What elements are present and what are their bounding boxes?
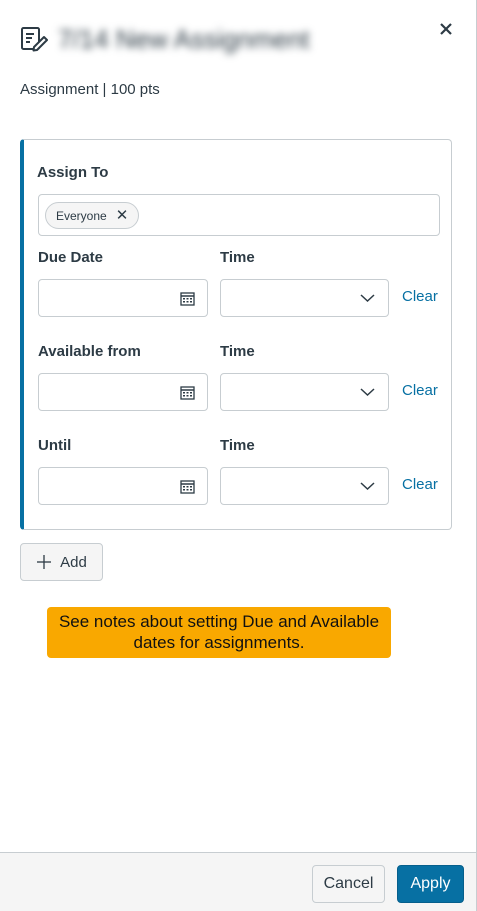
assignment-points-subtitle: Assignment | 100 pts [20,81,160,98]
until-date-input[interactable] [38,467,208,505]
tray-footer: Cancel Apply [0,852,476,911]
plus-icon [37,555,52,569]
assign-to-input[interactable]: Everyone ✕ [38,194,440,236]
assign-card: Assign To Everyone ✕ Due Date Time Clear… [20,139,452,530]
chevron-down-icon [360,294,375,303]
due-time-label: Time [220,249,255,266]
available-from-label: Available from [38,343,141,360]
close-button[interactable] [435,18,457,40]
remove-chip-icon[interactable]: ✕ [116,208,129,223]
due-time-select[interactable] [220,279,389,317]
available-time-select[interactable] [220,373,389,411]
due-date-input[interactable] [38,279,208,317]
dates-note-callout: See notes about setting Due and Availabl… [47,607,391,658]
chevron-down-icon [360,482,375,491]
calendar-icon[interactable] [180,479,195,494]
calendar-icon[interactable] [180,291,195,306]
add-button-label: Add [60,553,87,571]
close-icon [440,23,452,35]
until-time-select[interactable] [220,467,389,505]
until-clear-link[interactable]: Clear [402,476,438,493]
apply-button[interactable]: Apply [397,865,464,903]
tray-header: 7/14 New Assignment [20,20,457,60]
until-time-label: Time [220,437,255,454]
assignment-edit-icon [21,27,48,52]
calendar-icon[interactable] [180,385,195,400]
due-date-label: Due Date [38,249,104,266]
due-clear-link[interactable]: Clear [402,288,438,305]
add-button[interactable]: Add [20,543,103,581]
available-clear-link[interactable]: Clear [402,382,438,399]
assignee-chip-label: Everyone [56,208,107,223]
page-title: 7/14 New Assignment [58,24,310,54]
assignee-chip[interactable]: Everyone ✕ [45,202,140,229]
cancel-button[interactable]: Cancel [312,865,385,903]
assign-to-label: Assign To [37,164,109,181]
available-time-label: Time [220,343,255,360]
available-from-input[interactable] [38,373,208,411]
chevron-down-icon [360,388,375,397]
assign-to-tray: 7/14 New Assignment Assignment | 100 pts… [0,0,477,911]
until-label: Until [38,437,72,454]
